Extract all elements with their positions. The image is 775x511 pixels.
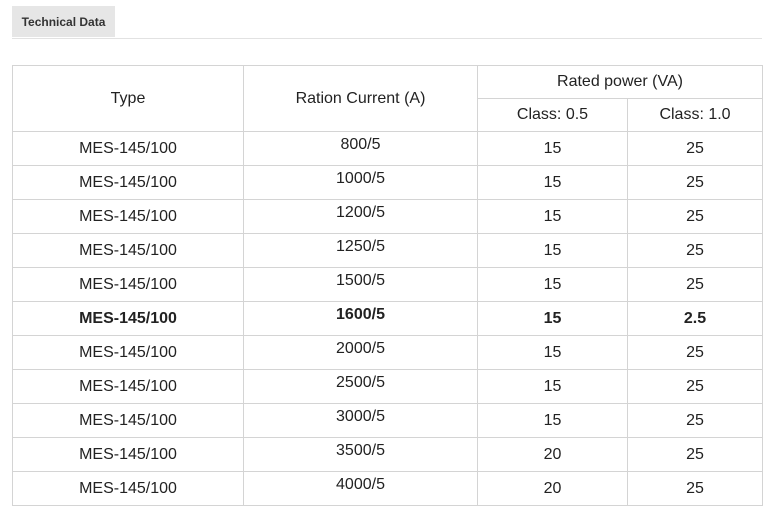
cell-class-05: 15 xyxy=(477,165,628,200)
cell-class-05: 15 xyxy=(477,369,628,404)
cell-class-05: 15 xyxy=(477,199,628,234)
cell-class-05: 15 xyxy=(477,131,628,166)
cell-class-05: 15 xyxy=(477,403,628,438)
cell-ration-current: 1250/5 xyxy=(336,237,385,255)
table-row: MES-145/100 1250/5 15 25 xyxy=(12,233,764,268)
cell-type: MES-145/100 xyxy=(12,233,244,268)
header-rated-power: Rated power (VA) xyxy=(476,65,764,99)
table-row: MES-145/100 2000/5 15 25 xyxy=(12,335,764,370)
cell-type: MES-145/100 xyxy=(12,267,244,302)
table-row: MES-145/100 4000/5 20 25 xyxy=(12,471,764,506)
cell-type: MES-145/100 xyxy=(12,369,244,404)
table-row: MES-145/100 1600/5 15 2.5 xyxy=(12,301,764,336)
cell-class-10: 25 xyxy=(626,233,764,268)
cell-ration-current-wrap: 1000/5 xyxy=(243,165,478,200)
table-row: MES-145/100 3500/5 20 25 xyxy=(12,437,764,472)
cell-ration-current: 1200/5 xyxy=(336,203,385,221)
cell-ration-current: 800/5 xyxy=(340,135,381,153)
cell-class-10: 25 xyxy=(626,403,764,438)
header-class-05: Class: 0.5 xyxy=(477,98,628,132)
cell-ration-current-wrap: 1600/5 xyxy=(243,301,478,336)
header-ration-current: Ration Current (A) xyxy=(243,65,478,132)
cell-class-10: 25 xyxy=(626,131,764,166)
cell-ration-current: 2000/5 xyxy=(336,339,385,357)
cell-class-05: 15 xyxy=(477,335,628,370)
table-row: MES-145/100 1200/5 15 25 xyxy=(12,199,764,234)
cell-type: MES-145/100 xyxy=(12,403,244,438)
header-class-10: Class: 1.0 xyxy=(626,98,764,132)
cell-class-05: 15 xyxy=(477,301,628,336)
cell-class-10: 25 xyxy=(626,471,764,506)
cell-ration-current: 1600/5 xyxy=(336,305,385,323)
cell-ration-current-wrap: 2000/5 xyxy=(243,335,478,370)
header-type: Type xyxy=(12,65,244,132)
cell-type: MES-145/100 xyxy=(12,335,244,370)
cell-class-10: 25 xyxy=(626,199,764,234)
cell-ration-current-wrap: 1500/5 xyxy=(243,267,478,302)
table-row: MES-145/100 800/5 15 25 xyxy=(12,131,764,166)
cell-class-05: 20 xyxy=(477,437,628,472)
cell-class-10: 25 xyxy=(626,267,764,302)
cell-ration-current: 3500/5 xyxy=(336,441,385,459)
cell-class-05: 15 xyxy=(477,267,628,302)
cell-ration-current-wrap: 1250/5 xyxy=(243,233,478,268)
cell-ration-current: 1500/5 xyxy=(336,271,385,289)
cell-class-05: 15 xyxy=(477,233,628,268)
table-row: MES-145/100 1500/5 15 25 xyxy=(12,267,764,302)
technical-data-table: Type Ration Current (A) Rated power (VA)… xyxy=(12,65,764,506)
cell-class-10: 25 xyxy=(626,369,764,404)
cell-class-05: 20 xyxy=(477,471,628,506)
cell-class-10: 2.5 xyxy=(626,301,764,336)
cell-type: MES-145/100 xyxy=(12,301,244,336)
cell-type: MES-145/100 xyxy=(12,131,244,166)
cell-ration-current-wrap: 2500/5 xyxy=(243,369,478,404)
table-row: MES-145/100 3000/5 15 25 xyxy=(12,403,764,438)
cell-ration-current: 4000/5 xyxy=(336,475,385,493)
tab-bar: Technical Data xyxy=(12,6,762,39)
cell-ration-current-wrap: 3500/5 xyxy=(243,437,478,472)
table-header: Type Ration Current (A) Rated power (VA)… xyxy=(12,65,764,132)
cell-ration-current: 2500/5 xyxy=(336,373,385,391)
cell-type: MES-145/100 xyxy=(12,199,244,234)
table-row: MES-145/100 2500/5 15 25 xyxy=(12,369,764,404)
cell-ration-current-wrap: 4000/5 xyxy=(243,471,478,506)
cell-class-10: 25 xyxy=(626,335,764,370)
tab-technical-data[interactable]: Technical Data xyxy=(12,6,115,37)
table-body: MES-145/100 800/5 15 25 MES-145/100 1000/5 15 2… xyxy=(12,131,764,506)
cell-ration-current: 1000/5 xyxy=(336,169,385,187)
cell-type: MES-145/100 xyxy=(12,471,244,506)
cell-class-10: 25 xyxy=(626,437,764,472)
table-row: MES-145/100 1000/5 15 25 xyxy=(12,165,764,200)
cell-class-10: 25 xyxy=(626,165,764,200)
cell-ration-current-wrap: 1200/5 xyxy=(243,199,478,234)
cell-ration-current-wrap: 800/5 xyxy=(243,131,478,166)
cell-ration-current-wrap: 3000/5 xyxy=(243,403,478,438)
cell-ration-current: 3000/5 xyxy=(336,407,385,425)
cell-type: MES-145/100 xyxy=(12,437,244,472)
cell-type: MES-145/100 xyxy=(12,165,244,200)
